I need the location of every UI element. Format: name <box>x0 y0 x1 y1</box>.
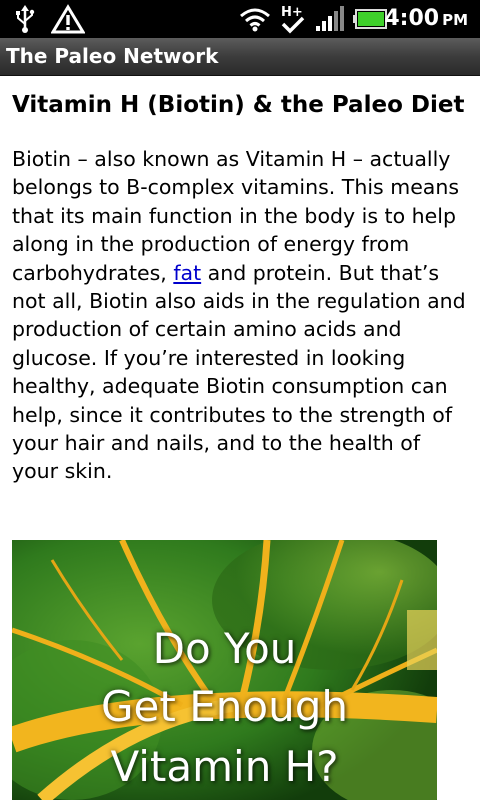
app-title-bar: The Paleo Network <box>0 38 480 76</box>
status-bar: H+ 4:00 PM <box>0 0 480 38</box>
fat-link[interactable]: fat <box>173 261 201 285</box>
usb-icon <box>12 0 38 38</box>
article-body: Biotin – also known as Vitamin H – actua… <box>12 145 468 486</box>
article-text-part2: and protein. But that’s not all, Biotin … <box>12 260 466 484</box>
battery-icon <box>352 0 388 38</box>
wifi-icon <box>238 0 272 38</box>
app-title: The Paleo Network <box>6 44 219 68</box>
article-title: Vitamin H (Biotin) & the Paleo Diet <box>12 92 465 118</box>
article: Vitamin H (Biotin) & the Paleo Diet Biot… <box>12 75 472 486</box>
signal-icon <box>314 0 346 38</box>
image-headline-line1: Do You <box>152 624 297 673</box>
warning-icon <box>50 0 86 38</box>
image-headline-line2: Get Enough <box>101 682 348 731</box>
article-image: Do You Get Enough Vitamin H? <box>12 540 437 800</box>
image-headline-line3: Vitamin H? <box>110 742 339 791</box>
hplus-data-icon: H+ <box>278 0 308 38</box>
status-time: 4:00 PM <box>384 6 468 31</box>
svg-text:H+: H+ <box>281 5 303 20</box>
